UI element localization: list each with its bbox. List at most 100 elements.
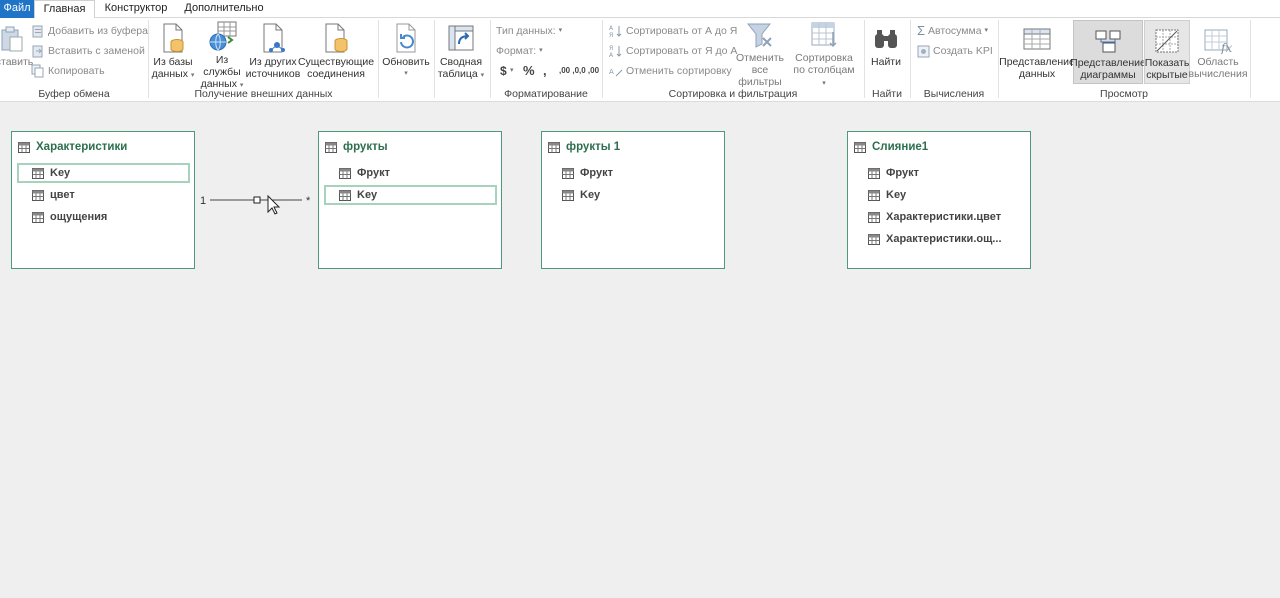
kpi-icon <box>917 45 930 57</box>
autosum-button[interactable]: Σ Автосумма ▾ <box>917 22 988 40</box>
ribbon: Вставить Добавить из буфера Вставить с з… <box>0 18 1280 102</box>
diagram-view-button[interactable]: Представление диаграммы <box>1070 20 1146 84</box>
column-icon <box>32 211 44 223</box>
table-field-key[interactable]: Key <box>17 163 190 183</box>
comma-format-button[interactable]: , <box>543 62 547 80</box>
table-field-characteristics-feeling[interactable]: Характеристики.ощ... <box>854 229 1002 249</box>
data-type-dropdown[interactable]: Тип данных: ▾ <box>496 22 562 40</box>
show-hidden-button[interactable]: Показать скрытые <box>1144 20 1190 84</box>
table-title[interactable]: фрукты <box>325 139 388 155</box>
group-label-view: Просмотр <box>1100 88 1148 100</box>
tab-home[interactable]: Главная <box>34 0 95 19</box>
group-separator <box>910 20 911 98</box>
data-view-icon <box>1022 20 1052 54</box>
find-button[interactable]: Найти <box>868 20 904 84</box>
paste-button[interactable]: Вставить <box>0 20 33 84</box>
column-icon <box>32 189 44 201</box>
svg-text:A: A <box>609 52 614 58</box>
table-field-key[interactable]: Key <box>854 185 906 205</box>
group-separator <box>1250 20 1251 98</box>
group-label-formatting: Форматирование <box>504 88 588 100</box>
increase-decimal-button[interactable]: ,00 ,0 <box>559 62 579 80</box>
table-title[interactable]: Характеристики <box>18 139 127 155</box>
diagram-table-merge1[interactable]: Слияние1 Фрукт Key Характеристики.цвет Х… <box>847 131 1031 269</box>
decrease-decimal-button[interactable]: ,0 ,00 <box>579 62 599 80</box>
group-label-find: Найти <box>872 88 902 100</box>
column-icon <box>562 167 574 179</box>
column-icon <box>868 167 880 179</box>
svg-text:fx: fx <box>1220 41 1232 54</box>
column-icon <box>868 189 880 201</box>
table-field-fruit[interactable]: Фрукт <box>325 163 390 183</box>
diagram-table-fruits[interactable]: фрукты Фрукт Key <box>318 131 502 269</box>
paste-icon <box>0 20 26 54</box>
diagram-table-characteristics[interactable]: Характеристики Key цвет ощущения <box>11 131 195 269</box>
table-field-fruit[interactable]: Фрукт <box>854 163 919 183</box>
data-service-icon <box>206 20 238 52</box>
sort-ascending-button[interactable]: AЯ Сортировать от А до Я <box>609 22 737 40</box>
clear-all-filters-button[interactable]: Отменить все фильтры <box>730 20 790 88</box>
sort-descending-button[interactable]: ЯA Сортировать от Я до А <box>609 42 737 60</box>
add-from-clipboard-button[interactable]: Добавить из буфера <box>31 22 148 40</box>
data-view-button[interactable]: Представление данных <box>999 20 1075 84</box>
svg-text:A: A <box>609 68 614 76</box>
clear-sort-button[interactable]: A Отменить сортировку <box>609 62 732 80</box>
group-separator <box>148 20 149 98</box>
table-title[interactable]: Слияние1 <box>854 139 928 155</box>
sort-by-column-button[interactable]: Сортировка по столбцам ▾ <box>792 20 856 87</box>
from-data-service-button[interactable]: Из службы данных ▾ <box>197 20 247 90</box>
from-other-sources-button[interactable]: Из других источников <box>246 20 300 84</box>
tab-design[interactable]: Конструктор <box>98 0 174 18</box>
calculation-area-button[interactable]: fx Область вычисления <box>1188 20 1248 84</box>
table-field-feeling[interactable]: ощущения <box>18 207 107 227</box>
diagram-table-fruits-1[interactable]: фрукты 1 Фрукт Key <box>541 131 725 269</box>
svg-text:Я: Я <box>609 32 613 38</box>
increase-decimal-icon: ,00 ,0 <box>559 66 580 75</box>
existing-connections-icon <box>322 20 350 54</box>
diagram-canvas[interactable]: Характеристики Key цвет ощущения 1 * фру… <box>0 103 1280 598</box>
group-label-sort-filter: Сортировка и фильтрация <box>668 88 798 100</box>
group-separator <box>602 20 603 98</box>
format-dropdown[interactable]: Формат: ▾ <box>496 42 543 60</box>
relationship-one-label: 1 <box>200 195 207 207</box>
paste-replace-button[interactable]: Вставить с заменой <box>31 42 145 60</box>
refresh-dropdown-chevron-icon[interactable]: ▾ <box>404 68 408 80</box>
column-icon <box>868 233 880 245</box>
table-icon <box>854 141 866 153</box>
sort-ascending-icon: AЯ <box>609 25 622 38</box>
tab-file[interactable]: Файл <box>0 0 34 18</box>
group-label-clipboard: Буфер обмена <box>38 88 110 100</box>
group-label-external-data: Получение внешних данных <box>194 88 333 100</box>
paste-replace-icon <box>32 45 43 58</box>
table-icon <box>325 141 337 153</box>
ribbon-tab-bar: Файл Главная Конструктор Дополнительно <box>0 0 1280 19</box>
table-icon <box>18 141 30 153</box>
relationship-line[interactable] <box>210 191 306 217</box>
table-title[interactable]: фрукты 1 <box>548 139 620 155</box>
svg-text:Я: Я <box>609 45 613 52</box>
table-field-fruit[interactable]: Фрукт <box>548 163 613 183</box>
group-separator <box>490 20 491 98</box>
group-separator <box>434 20 435 98</box>
other-sources-icon <box>259 20 287 54</box>
table-field-key[interactable]: Key <box>548 185 600 205</box>
tab-advanced[interactable]: Дополнительно <box>180 0 268 18</box>
table-field-key[interactable]: Key <box>324 185 497 205</box>
existing-connections-button[interactable]: Существующие соединения <box>298 20 374 84</box>
percent-format-button[interactable]: % <box>523 62 535 80</box>
table-field-characteristics-color[interactable]: Характеристики.цвет <box>854 207 1001 227</box>
table-field-color[interactable]: цвет <box>18 185 75 205</box>
from-database-button[interactable]: Из базы данных ▾ <box>150 20 196 84</box>
currency-format-button[interactable]: $ ▾ <box>500 62 514 80</box>
sigma-icon: Σ <box>917 23 926 38</box>
database-icon <box>159 20 187 54</box>
column-icon <box>562 189 574 201</box>
refresh-button[interactable]: Обновить ▾ <box>380 20 432 84</box>
pivot-table-button[interactable]: Сводная таблица ▾ <box>436 20 486 84</box>
column-icon <box>339 167 351 179</box>
svg-text:A: A <box>609 25 614 32</box>
create-kpi-button[interactable]: Создать KPI <box>917 42 993 60</box>
sort-by-column-icon <box>809 20 839 50</box>
copy-button[interactable]: Копировать <box>31 62 105 80</box>
pivot-table-icon <box>447 20 475 54</box>
